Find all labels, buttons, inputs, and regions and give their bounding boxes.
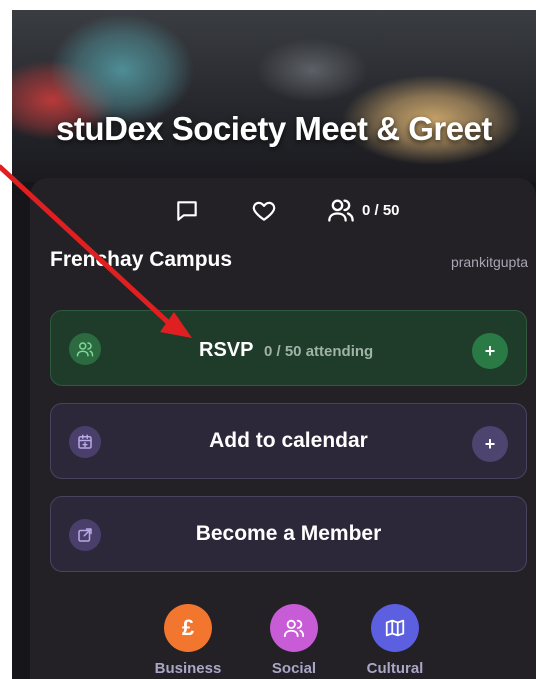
annotation-arrow (0, 164, 192, 338)
